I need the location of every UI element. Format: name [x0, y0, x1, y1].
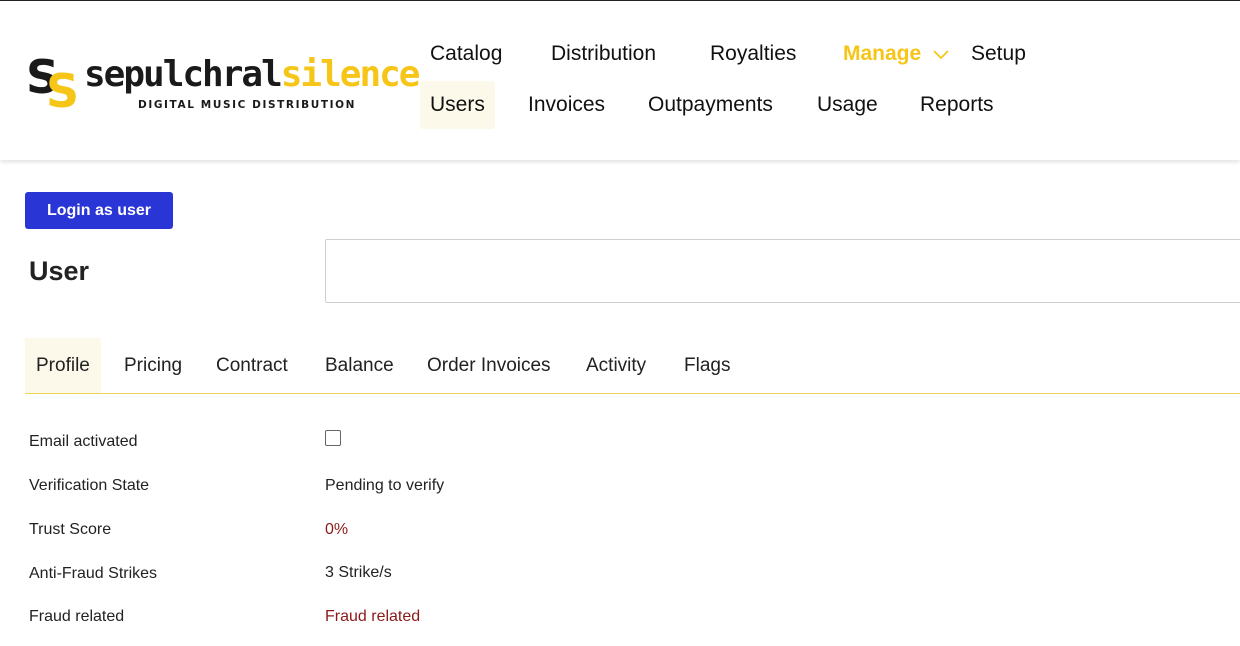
logo-ss-icon: S S [26, 50, 76, 111]
subnav-invoices[interactable]: Invoices [528, 93, 605, 117]
login-as-user-button[interactable]: Login as user [25, 192, 173, 229]
tab-activity[interactable]: Activity [586, 338, 646, 393]
svg-text:S: S [46, 64, 76, 111]
subnav-usage[interactable]: Usage [817, 93, 878, 117]
brand-logo[interactable]: S S sepulchralsilence DIGITAL MUSIC DIST… [26, 47, 420, 113]
trust-score-value: 0% [325, 521, 349, 538]
nav-royalties[interactable]: Royalties [710, 42, 796, 66]
nav-distribution[interactable]: Distribution [551, 42, 656, 66]
profile-tabs: Profile Pricing Contract Balance Order I… [25, 338, 1240, 394]
subnav-outpayments[interactable]: Outpayments [648, 93, 773, 117]
top-header: S S sepulchralsilence DIGITAL MUSIC DIST… [0, 0, 1240, 160]
brand-name: sepulchralsilence [84, 54, 421, 95]
brand-tagline: DIGITAL MUSIC DISTRIBUTION [138, 99, 357, 111]
nav-setup[interactable]: Setup [971, 42, 1026, 66]
fraud-related-value: Fraud related [325, 608, 421, 625]
nav-manage[interactable]: Manage [843, 42, 921, 66]
anti-fraud-strikes-label: Anti-Fraud Strikes [29, 565, 158, 582]
tab-flags[interactable]: Flags [684, 338, 730, 393]
tab-profile[interactable]: Profile [25, 338, 101, 393]
tab-pricing[interactable]: Pricing [124, 338, 182, 393]
subnav-reports[interactable]: Reports [920, 93, 994, 117]
brand-name-part2: silence [280, 54, 421, 95]
trust-score-label: Trust Score [29, 521, 112, 538]
brand-name-part1: sepulchral [84, 54, 283, 95]
email-activated-label: Email activated [29, 433, 138, 450]
tab-contract[interactable]: Contract [216, 338, 288, 393]
tab-order-invoices[interactable]: Order Invoices [427, 338, 551, 393]
anti-fraud-strikes-value: 3 Strike/s [325, 564, 392, 581]
user-select-field[interactable] [325, 239, 1240, 303]
email-activated-checkbox[interactable] [325, 430, 341, 446]
chevron-down-icon[interactable] [932, 47, 950, 61]
subnav-users[interactable]: Users [420, 81, 495, 129]
verification-state-value: Pending to verify [325, 477, 445, 494]
nav-catalog[interactable]: Catalog [430, 42, 502, 66]
tab-balance[interactable]: Balance [325, 338, 394, 393]
page-title: User [29, 256, 90, 286]
verification-state-label: Verification State [29, 477, 150, 494]
fraud-related-label: Fraud related [29, 608, 125, 625]
